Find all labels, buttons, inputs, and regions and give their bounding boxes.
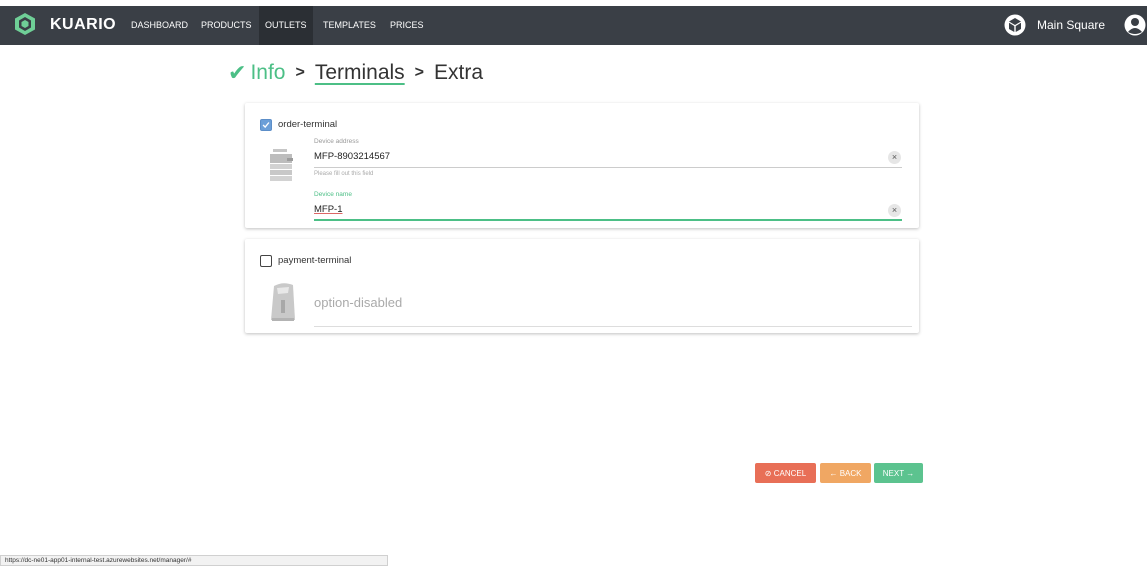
- device-address-hint: Please fill out this field: [314, 171, 374, 177]
- device-name-underline: [314, 219, 902, 221]
- user-account-icon[interactable]: [1124, 13, 1146, 37]
- chevron-right-icon: >: [414, 64, 425, 81]
- payment-device-icon: [271, 283, 295, 321]
- printer-device-icon: [270, 149, 293, 181]
- wizard-step-extra[interactable]: Extra: [434, 61, 483, 85]
- nav-prices[interactable]: PRICES: [384, 6, 430, 45]
- order-terminal-card: order-terminal Device address MFP-890321…: [245, 103, 919, 228]
- device-address-label: Device address: [314, 138, 359, 145]
- chevron-right-icon: >: [295, 64, 305, 81]
- disabled-underline: [314, 326, 912, 327]
- device-address-input[interactable]: MFP-8903214567: [314, 151, 390, 162]
- wizard-steps: ✔ Info > Terminals > Extra: [228, 60, 483, 86]
- cube-icon[interactable]: [1004, 14, 1026, 36]
- checkmark-icon: [262, 122, 270, 129]
- device-address-underline: [314, 167, 902, 168]
- wizard-step-terminals[interactable]: Terminals: [315, 61, 405, 85]
- top-navbar: KUARIO DASHBOARD PRODUCTS OUTLETS TEMPLA…: [0, 6, 1147, 45]
- device-name-label: Device name: [314, 191, 352, 198]
- payment-terminal-card: payment-terminal option-disabled: [245, 239, 919, 333]
- option-disabled-text: option-disabled: [314, 295, 403, 310]
- step-complete-check-icon: ✔: [228, 60, 247, 85]
- order-terminal-checkbox[interactable]: [260, 119, 272, 131]
- nav-outlets[interactable]: OUTLETS: [259, 6, 313, 45]
- clear-address-icon[interactable]: ×: [888, 151, 901, 164]
- nav-dashboard[interactable]: DASHBOARD: [125, 6, 194, 45]
- order-terminal-label: order-terminal: [278, 119, 338, 130]
- wizard-step-info[interactable]: Info: [250, 61, 285, 85]
- payment-terminal-label: payment-terminal: [278, 255, 352, 266]
- payment-terminal-checkbox[interactable]: [260, 255, 272, 267]
- back-button[interactable]: ← BACK: [820, 463, 871, 483]
- brand-name[interactable]: KUARIO: [50, 16, 116, 34]
- nav-templates[interactable]: TEMPLATES: [317, 6, 382, 45]
- account-name[interactable]: Main Square: [1037, 18, 1105, 32]
- browser-status-url: https://dc-ne01-app01-internal-test.azur…: [0, 555, 388, 566]
- nav-products[interactable]: PRODUCTS: [195, 6, 258, 45]
- cancel-button[interactable]: ⊘ CANCEL: [755, 463, 816, 483]
- kuario-logo-icon[interactable]: [14, 12, 36, 36]
- device-name-input[interactable]: MFP-1: [314, 204, 343, 215]
- clear-name-icon[interactable]: ×: [888, 204, 901, 217]
- next-button[interactable]: NEXT →: [874, 463, 923, 483]
